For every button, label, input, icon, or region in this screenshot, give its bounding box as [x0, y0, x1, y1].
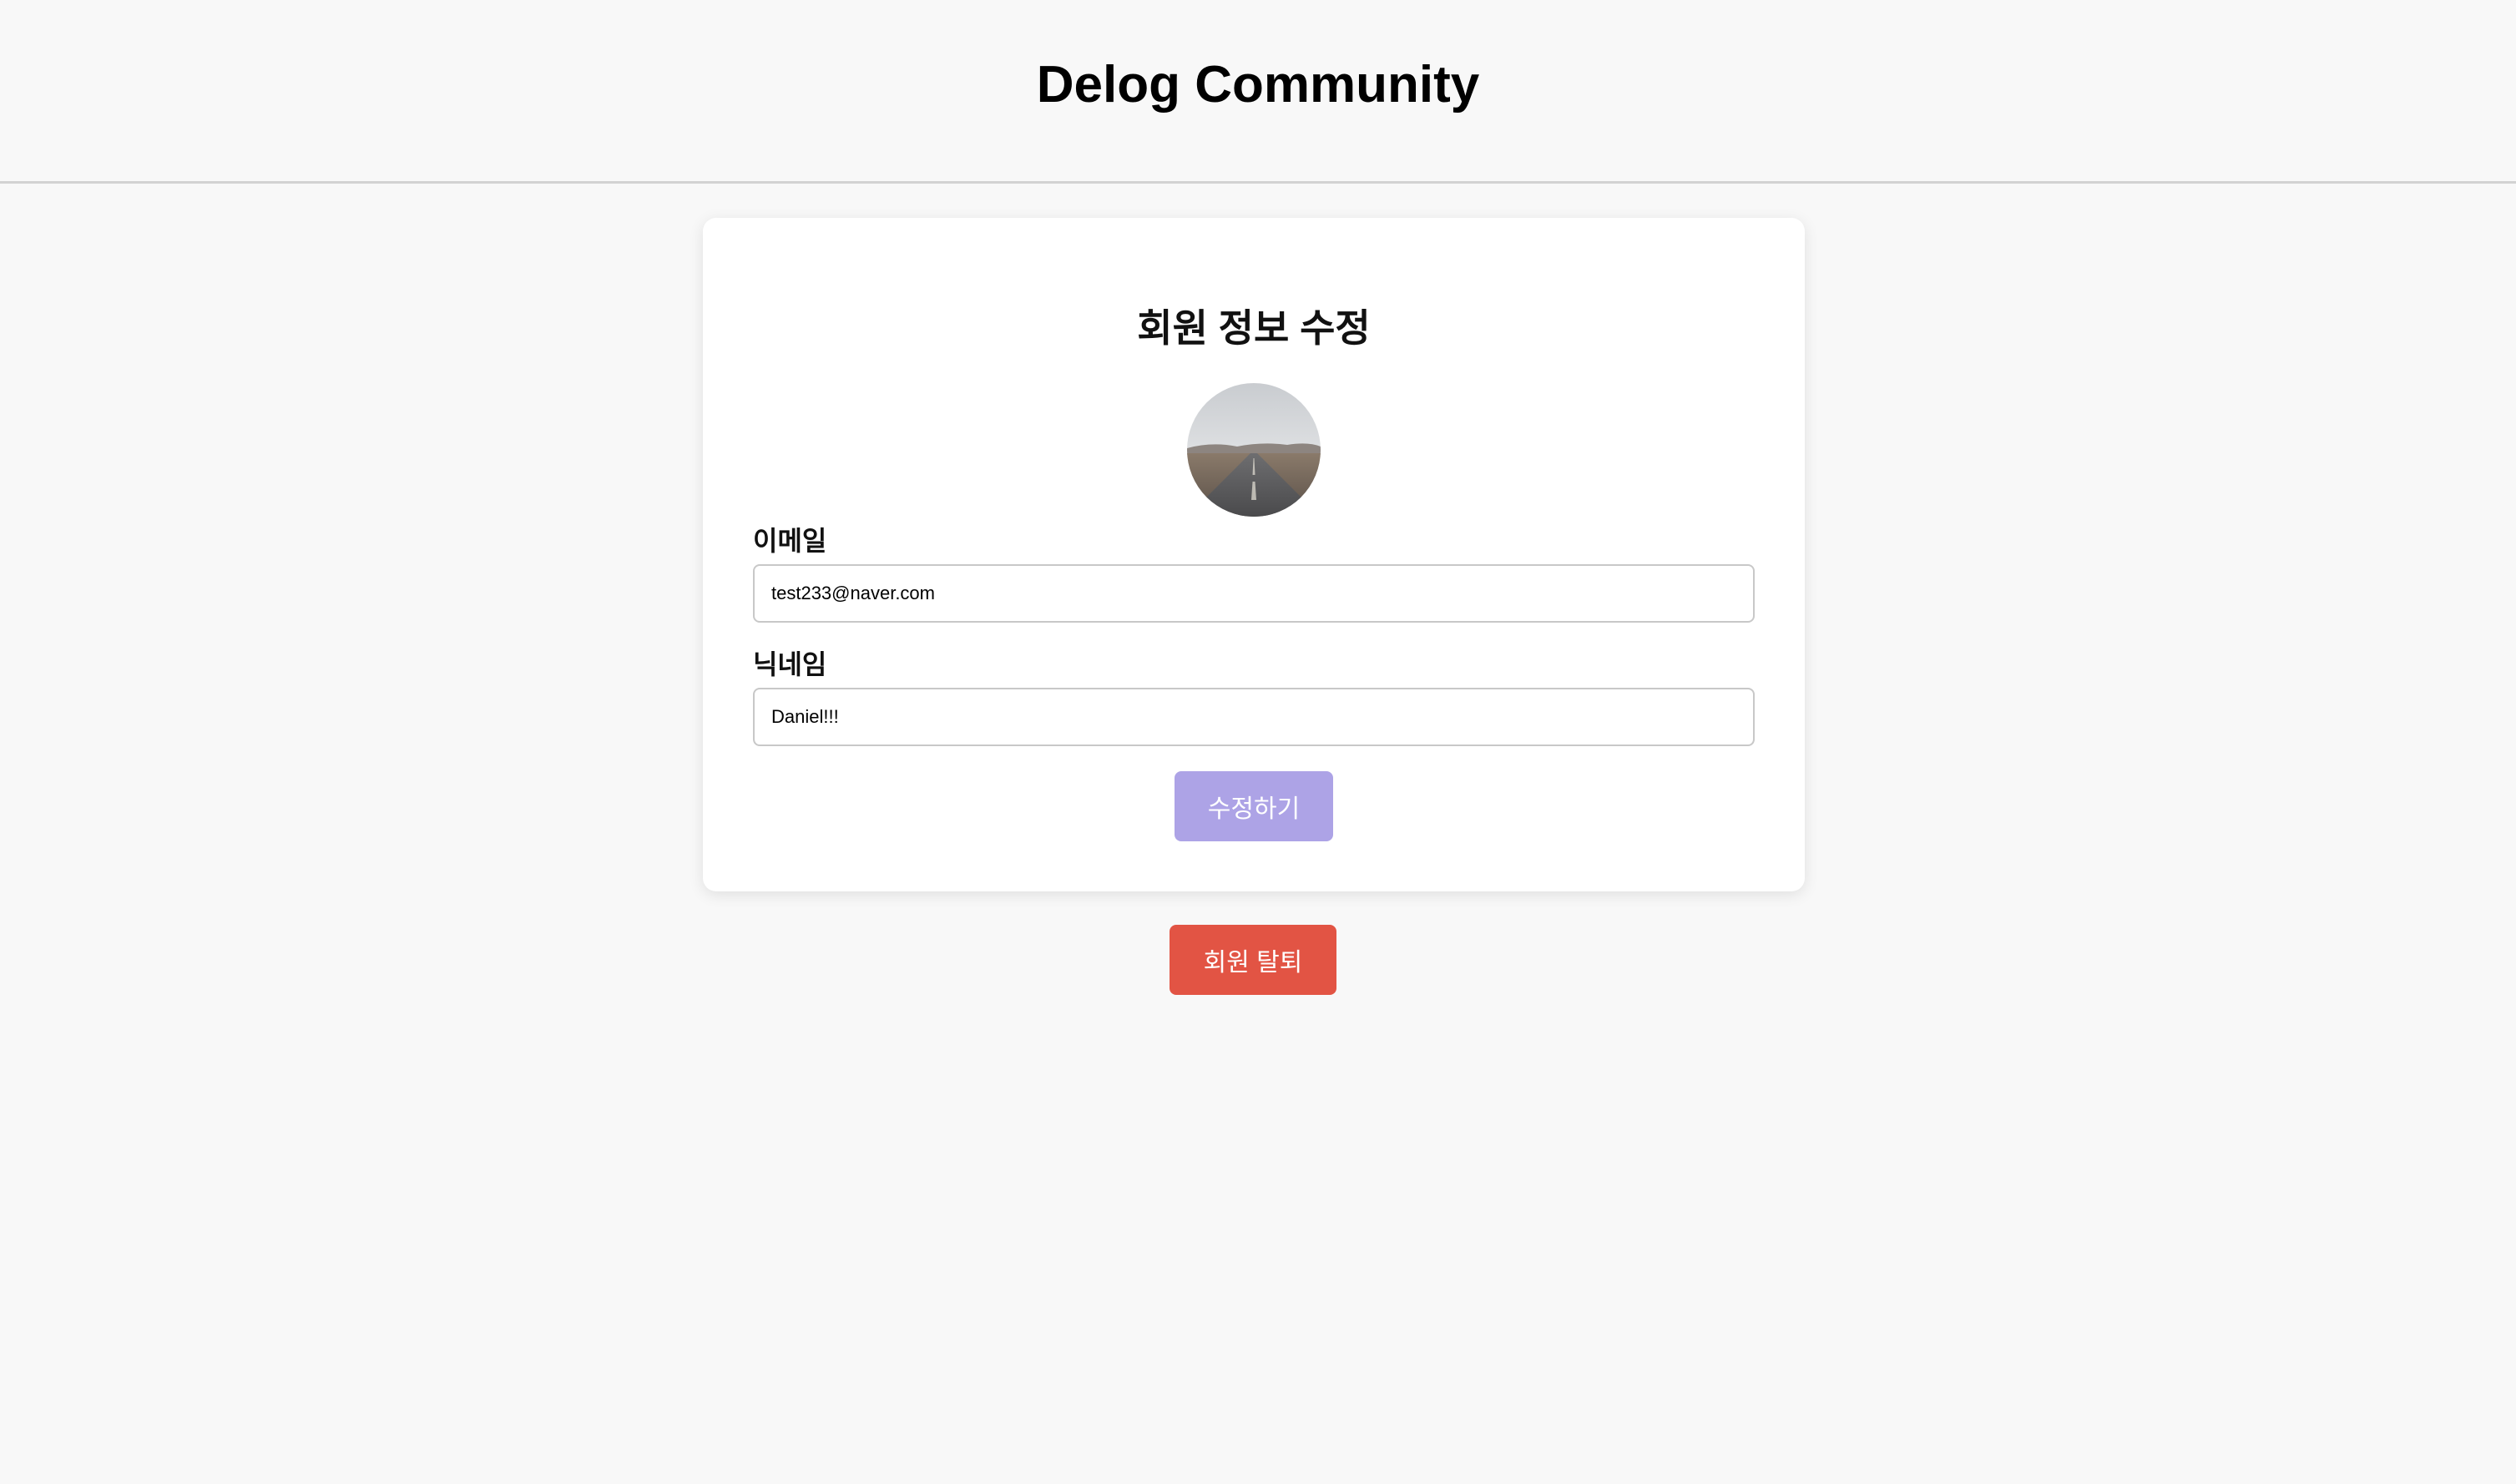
- page-title: 회원 정보 수정: [1137, 306, 1371, 350]
- site-header: Delog Community: [0, 0, 2516, 184]
- submit-button[interactable]: 수정하기: [1175, 771, 1333, 841]
- nickname-label: 닉네임: [753, 649, 827, 679]
- email-label: 이메일: [753, 526, 827, 556]
- road-landscape-image: [1187, 383, 1321, 517]
- profile-avatar[interactable]: [1187, 383, 1321, 517]
- profile-edit-card: 회원 정보 수정 이메일 test233@naver.com 닉네임 Danie…: [703, 218, 1805, 891]
- withdraw-button[interactable]: 회원 탈퇴: [1170, 925, 1336, 995]
- email-input[interactable]: [753, 564, 1755, 623]
- site-title: Delog Community: [1036, 56, 1480, 114]
- nickname-input[interactable]: [753, 688, 1755, 746]
